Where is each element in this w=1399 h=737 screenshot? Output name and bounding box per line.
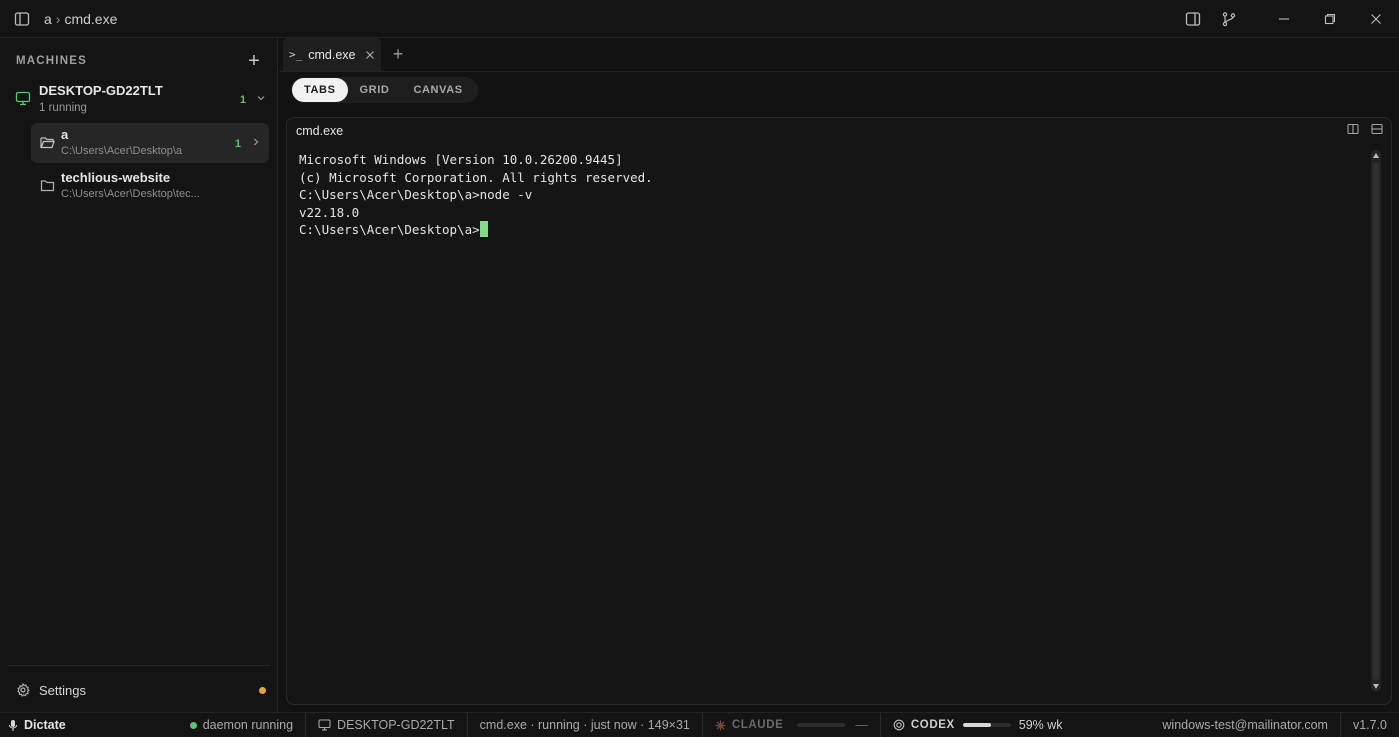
folder-item-a[interactable]: a C:\Users\Acer\Desktop\a 1 [31, 123, 269, 163]
terminal-line: (c) Microsoft Corporation. All rights re… [299, 169, 653, 185]
account-status[interactable]: windows-test@mailinator.com [1150, 713, 1340, 737]
terminal-prompt: C:\Users\Acer\Desktop\a> [299, 222, 480, 237]
monitor-icon [14, 91, 32, 106]
terminal-cursor [479, 221, 488, 237]
folder-path: C:\Users\Acer\Desktop\a [61, 145, 183, 157]
machine-status: 1 running [39, 102, 87, 114]
breadcrumb-folder[interactable]: a [44, 11, 52, 27]
pane-title: cmd.exe [296, 124, 344, 138]
settings-notification-dot [259, 686, 266, 694]
view-mode-canvas[interactable]: CANVAS [401, 78, 474, 102]
status-bar: Dictate daemon running DESKTOP-GD22TLT c… [0, 712, 1399, 737]
chevron-down-icon[interactable] [256, 93, 266, 103]
claude-usage-value: — [855, 718, 868, 732]
app-window: a › cmd.exe MACHINES + DESKTOP-GD22TLT 1… [0, 0, 1399, 737]
codex-usage-fill [962, 723, 992, 727]
claude-icon [715, 720, 726, 731]
folder-name: a [61, 127, 69, 142]
codex-icon [893, 719, 905, 731]
machines-header: MACHINES + [16, 51, 264, 71]
terminal-scrollbar[interactable] [1371, 150, 1381, 692]
main-area: >_ cmd.exe + TABS GRID CANVAS cmd.exe Mi… [279, 38, 1399, 712]
folder-open-icon [39, 136, 55, 149]
machine-status-item[interactable]: DESKTOP-GD22TLT [305, 712, 467, 737]
session-status-label: cmd.exe · running · just now · 149×31 [479, 718, 690, 732]
folder-item-techlious-website[interactable]: techlious-website C:\Users\Acer\Desktop\… [31, 166, 269, 206]
machine-item[interactable]: DESKTOP-GD22TLT 1 running 1 [14, 83, 266, 117]
title-bar: a › cmd.exe [0, 0, 1399, 38]
claude-usage-bar [797, 723, 846, 727]
daemon-status-label: daemon running [202, 718, 294, 732]
scroll-down-icon[interactable] [1373, 684, 1379, 689]
version-label: v1.7.0 [1352, 718, 1387, 732]
machines-label: MACHINES [16, 55, 87, 67]
folder-path: C:\Users\Acer\Desktop\tec... [61, 188, 200, 200]
machine-status-label: DESKTOP-GD22TLT [337, 718, 455, 732]
tab-label: cmd.exe [308, 47, 356, 62]
machine-name: DESKTOP-GD22TLT [39, 83, 163, 98]
terminal-line: C:\Users\Acer\Desktop\a>node -v [299, 187, 533, 202]
microphone-icon [8, 719, 18, 732]
view-mode-grid[interactable]: GRID [348, 78, 402, 102]
restore-icon [1324, 13, 1336, 25]
version-status: v1.7.0 [1339, 712, 1399, 737]
monitor-icon [318, 719, 331, 731]
minimize-button[interactable] [1261, 0, 1307, 38]
codex-usage-value: 59% wk [1018, 718, 1063, 732]
chevron-right-icon[interactable] [251, 137, 261, 147]
git-branch-icon [1221, 11, 1237, 27]
daemon-status: daemon running [178, 713, 305, 737]
settings-button[interactable]: Settings [16, 680, 266, 700]
breadcrumb-session: cmd.exe [64, 10, 118, 27]
split-view-button[interactable] [1175, 0, 1211, 38]
close-window-button[interactable] [1353, 0, 1399, 38]
view-mode-tabs[interactable]: TABS [292, 78, 348, 102]
terminal-prompt-line: C:\Users\Acer\Desktop\a> [299, 221, 1359, 239]
minimize-icon [1278, 13, 1290, 25]
dictate-button[interactable]: Dictate [0, 713, 78, 737]
view-mode-switcher: TABS GRID CANVAS [291, 77, 478, 103]
folder-name: techlious-website [61, 170, 171, 185]
codex-usage[interactable]: CODEX 59% wk [879, 712, 1075, 737]
sidebar-divider [8, 665, 270, 666]
restore-button[interactable] [1307, 0, 1353, 38]
claude-label: CLAUDE [731, 719, 784, 731]
tab-cmd-exe[interactable]: >_ cmd.exe [283, 38, 381, 71]
terminal-line: v22.18.0 [299, 204, 360, 220]
folder-icon [39, 179, 55, 192]
scrollbar-thumb[interactable] [1373, 162, 1379, 680]
close-icon [1370, 13, 1382, 25]
terminal-line: Microsoft Windows [Version 10.0.26200.94… [299, 152, 623, 167]
terminal-pane: cmd.exe Microsoft Windows [Version 10.0.… [286, 117, 1392, 705]
sidebar: MACHINES + DESKTOP-GD22TLT 1 running 1 a… [0, 38, 278, 712]
settings-label: Settings [39, 682, 86, 698]
gear-icon [16, 683, 30, 697]
panel-right-icon [1185, 11, 1201, 27]
terminal-output[interactable]: Microsoft Windows [Version 10.0.26200.94… [299, 151, 1359, 239]
session-status: cmd.exe · running · just now · 149×31 [466, 712, 702, 737]
scroll-up-icon[interactable] [1373, 153, 1379, 158]
codex-label: CODEX [910, 719, 955, 731]
dictate-label: Dictate [24, 718, 66, 732]
new-tab-button[interactable]: + [381, 38, 415, 71]
add-machine-button[interactable]: + [244, 51, 264, 71]
terminal-prompt-icon: >_ [289, 48, 303, 61]
split-vertical-icon[interactable] [1347, 123, 1359, 135]
close-tab-icon[interactable] [365, 50, 375, 60]
sidebar-toggle-icon[interactable] [14, 11, 30, 27]
account-email: windows-test@mailinator.com [1162, 718, 1328, 732]
split-horizontal-icon[interactable] [1371, 123, 1383, 135]
breadcrumb: a › cmd.exe [44, 11, 117, 27]
git-branch-button[interactable] [1211, 0, 1247, 38]
claude-usage[interactable]: CLAUDE — [701, 712, 880, 737]
breadcrumb-separator: › [55, 10, 61, 27]
codex-usage-bar [962, 723, 1011, 727]
tab-strip: >_ cmd.exe + [279, 38, 1399, 72]
daemon-status-dot [189, 721, 197, 729]
machine-running-count: 1 [239, 94, 246, 106]
folder-session-count: 1 [234, 138, 241, 150]
